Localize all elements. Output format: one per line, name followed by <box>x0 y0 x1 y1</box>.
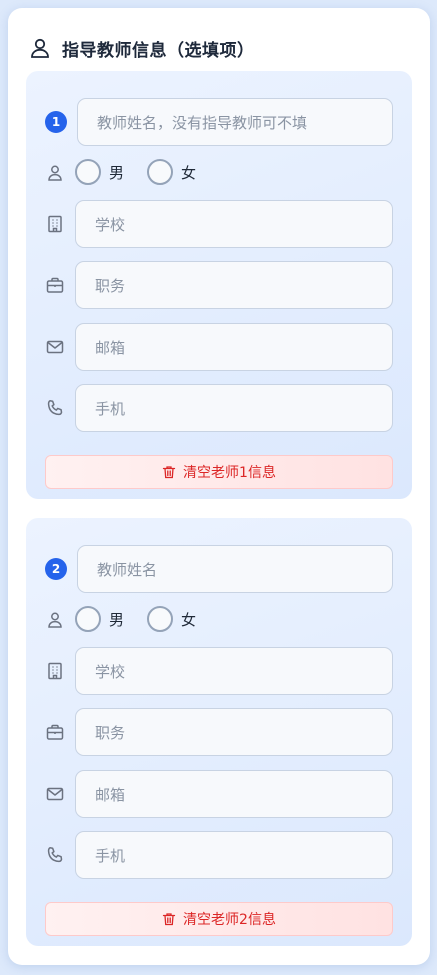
phone-icon <box>47 400 63 416</box>
mail-icon <box>46 787 64 801</box>
building-icon <box>48 662 62 680</box>
teacher-card-2: 2 教师姓名 男 女 学校 职务 邮箱 手机 清空老师2信息 <box>26 518 412 946</box>
gender-radio-female[interactable]: 女 <box>147 159 196 185</box>
person-icon <box>48 165 62 181</box>
gender-label-female: 女 <box>181 163 197 182</box>
radio-circle[interactable] <box>147 159 173 185</box>
gender-label-male: 男 <box>109 163 125 182</box>
clear-button-label: 清空老师2信息 <box>183 912 276 928</box>
gender-label-male: 男 <box>109 610 125 629</box>
email-input[interactable]: 邮箱 <box>75 770 393 818</box>
clear-teacher-2-button[interactable]: 清空老师2信息 <box>45 902 393 936</box>
phone-icon <box>47 847 63 863</box>
school-input[interactable]: 学校 <box>75 200 393 248</box>
gender-radio-female[interactable]: 女 <box>147 606 196 632</box>
email-input[interactable]: 邮箱 <box>75 323 393 371</box>
user-outline-icon <box>31 38 49 58</box>
gender-label-female: 女 <box>181 610 197 629</box>
radio-circle[interactable] <box>147 606 173 632</box>
section-header: 指导教师信息（选填项） <box>28 34 255 62</box>
trash-icon <box>162 466 176 479</box>
building-icon <box>48 215 62 233</box>
school-input[interactable]: 学校 <box>75 647 393 695</box>
radio-circle[interactable] <box>75 159 101 185</box>
position-input[interactable]: 职务 <box>75 708 393 756</box>
teacher-card-1: 1 教师姓名，没有指导教师可不填 男 女 学校 职务 邮箱 手机 清空老师1信息 <box>26 71 412 499</box>
trash-icon <box>162 913 176 926</box>
mail-icon <box>46 340 64 354</box>
clear-teacher-1-button[interactable]: 清空老师1信息 <box>45 455 393 489</box>
teacher-name-input[interactable]: 教师姓名 <box>77 545 393 593</box>
briefcase-icon <box>46 277 64 293</box>
teacher-name-input[interactable]: 教师姓名，没有指导教师可不填 <box>77 98 393 146</box>
teacher-number-badge: 1 <box>45 111 67 133</box>
gender-radio-male[interactable]: 男 <box>75 606 124 632</box>
phone-input[interactable]: 手机 <box>75 384 393 432</box>
phone-input[interactable]: 手机 <box>75 831 393 879</box>
position-input[interactable]: 职务 <box>75 261 393 309</box>
teacher-info-panel: 指导教师信息（选填项） 1 教师姓名，没有指导教师可不填 男 女 学校 职务 邮… <box>8 8 430 965</box>
person-icon <box>48 612 62 628</box>
section-title: 指导教师信息（选填项） <box>62 40 255 61</box>
clear-button-label: 清空老师1信息 <box>183 465 276 481</box>
radio-circle[interactable] <box>75 606 101 632</box>
briefcase-icon <box>46 724 64 740</box>
gender-radio-male[interactable]: 男 <box>75 159 124 185</box>
teacher-number-badge: 2 <box>45 558 67 580</box>
